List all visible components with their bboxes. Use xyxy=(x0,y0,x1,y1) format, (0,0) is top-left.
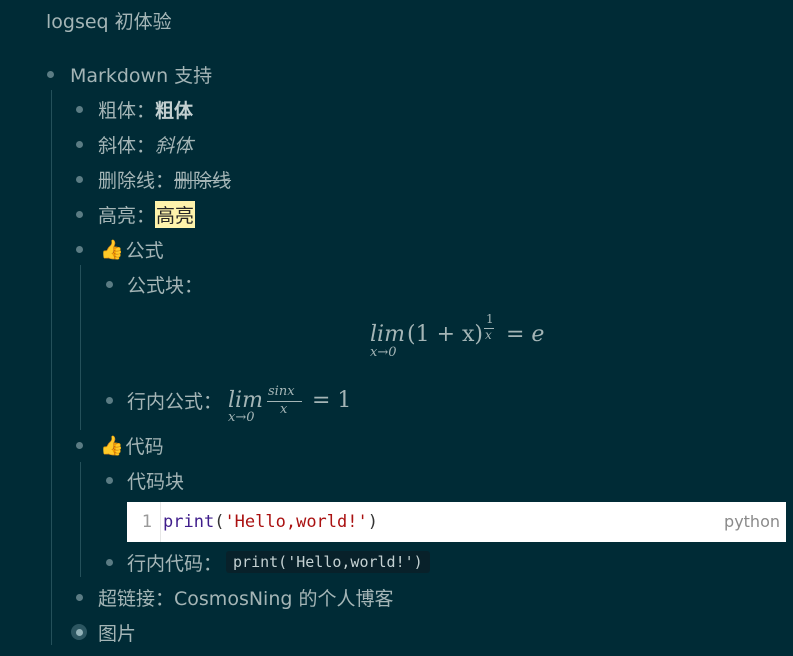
hyperlink[interactable]: CosmosNing 的个人博客 xyxy=(174,584,393,611)
block-inline-code[interactable]: 行内代码： print('Hello,world!') xyxy=(127,548,430,576)
block-label: 代码块 xyxy=(127,470,185,493)
formula-exponent-numerator: 1 xyxy=(486,312,494,326)
bullet-icon[interactable] xyxy=(101,548,117,576)
code-language-label[interactable]: python xyxy=(724,502,780,542)
block-label: 代码 xyxy=(125,435,164,458)
code-paren-open: ( xyxy=(214,512,225,532)
bullet-icon[interactable] xyxy=(101,386,117,414)
bullet-icon[interactable] xyxy=(71,235,87,263)
block-formula-block[interactable]: 公式块： xyxy=(127,270,203,298)
block-prefix: 斜体： xyxy=(98,134,156,157)
bullet-icon[interactable] xyxy=(42,60,58,88)
formula-lim: lim xyxy=(370,322,405,347)
bullet-icon[interactable] xyxy=(101,270,117,298)
bullet-icon[interactable] xyxy=(71,431,87,459)
code-keyword: print xyxy=(163,512,215,532)
block-markdown[interactable]: Markdown 支持 xyxy=(70,60,212,88)
formula-subscript: x→0 xyxy=(370,345,397,360)
bold-text: 粗体 xyxy=(155,99,194,122)
block-italic[interactable]: 斜体： 斜体 xyxy=(98,130,193,158)
formula-subscript: x→0 xyxy=(228,410,255,425)
block-highlight[interactable]: 高亮： 高亮 xyxy=(98,200,196,228)
block-label: 公式 xyxy=(125,239,164,262)
block-label: Markdown 支持 xyxy=(70,64,213,87)
bullet-icon[interactable] xyxy=(101,466,117,494)
block-bold[interactable]: 粗体： 粗体 xyxy=(98,95,193,123)
block-prefix: 行内公式： xyxy=(127,390,223,413)
thumbs-up-icon: 👍 xyxy=(100,434,124,457)
indent-guide xyxy=(80,462,81,577)
code-string: 'Hello,world!' xyxy=(224,512,368,532)
bullet-icon[interactable] xyxy=(71,165,87,193)
code-line[interactable]: print('Hello,world!') xyxy=(161,512,378,532)
block-link[interactable]: 超链接： CosmosNing 的个人博客 xyxy=(98,583,393,611)
line-number: 1 xyxy=(127,502,161,542)
formula-exponent-denominator: x xyxy=(485,328,492,342)
highlight-text: 高亮 xyxy=(155,200,196,228)
block-prefix: 粗体： xyxy=(98,99,156,122)
bullet-icon[interactable] xyxy=(71,200,87,228)
block-code[interactable]: 👍 代码 xyxy=(100,431,164,459)
bullet-icon[interactable] xyxy=(71,130,87,158)
code-paren-close: ) xyxy=(367,512,378,532)
block-prefix: 行内代码： xyxy=(127,552,223,575)
formula-rhs: = e xyxy=(506,322,545,347)
bullet-icon[interactable] xyxy=(71,583,87,611)
strikethrough-text: 删除线 xyxy=(174,169,232,192)
bullet-icon[interactable] xyxy=(71,95,87,123)
block-label: 公式块： xyxy=(127,274,204,297)
block-label: 图片 xyxy=(98,622,137,645)
italic-text: 斜体 xyxy=(155,134,194,157)
display-formula[interactable]: lim x→0 (1 + x) 1 x = e xyxy=(370,312,570,364)
indent-guide xyxy=(51,90,52,645)
block-prefix: 高亮： xyxy=(98,204,156,227)
block-prefix: 超链接： xyxy=(98,587,175,610)
fraction-numerator: sinx xyxy=(268,384,295,399)
code-editor[interactable]: 1 print('Hello,world!') python xyxy=(127,502,786,542)
thumbs-up-icon: 👍 xyxy=(100,238,124,261)
block-code-block[interactable]: 代码块 xyxy=(127,466,184,494)
block-inline-formula[interactable]: 行内公式： xyxy=(127,386,222,414)
block-prefix: 删除线： xyxy=(98,169,175,192)
formula-body: (1 + x) xyxy=(407,322,483,347)
block-strike[interactable]: 删除线： 删除线 xyxy=(98,165,231,193)
block-image[interactable]: 图片 xyxy=(98,618,136,646)
inline-formula[interactable]: lim x→0 sinx x = 1 xyxy=(228,382,368,428)
block-formula[interactable]: 👍 公式 xyxy=(100,235,164,263)
inline-code: print('Hello,world!') xyxy=(226,551,430,573)
collapsed-bullet-icon[interactable] xyxy=(71,618,87,646)
indent-guide xyxy=(80,265,81,430)
formula-rhs: = 1 xyxy=(312,388,352,413)
page-title[interactable]: logseq 初体验 xyxy=(46,7,172,34)
fraction-denominator: x xyxy=(280,402,288,417)
